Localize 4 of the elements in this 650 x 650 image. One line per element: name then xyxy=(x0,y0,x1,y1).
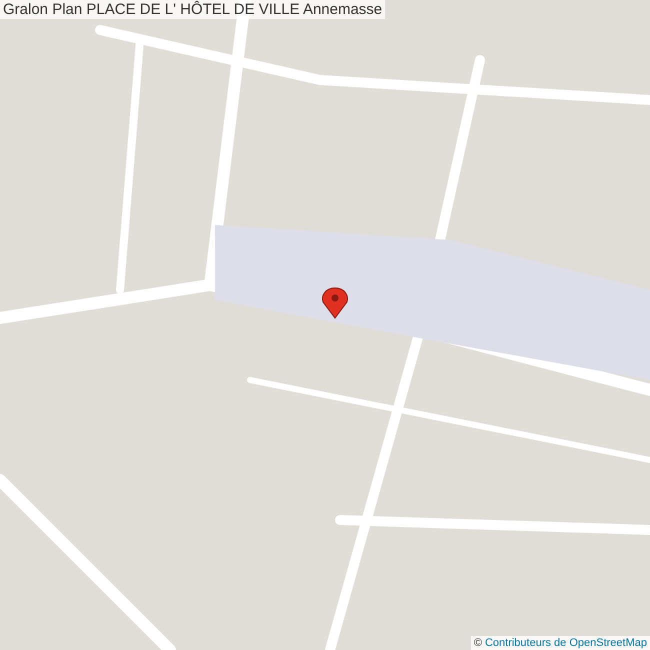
copyright-symbol: © xyxy=(474,637,482,649)
map-pin-icon[interactable] xyxy=(322,288,348,318)
attribution-link[interactable]: Contributeurs de OpenStreetMap xyxy=(484,637,647,649)
map-title: Gralon Plan PLACE DE L' HÔTEL DE VILLE Annemasse xyxy=(0,0,386,19)
